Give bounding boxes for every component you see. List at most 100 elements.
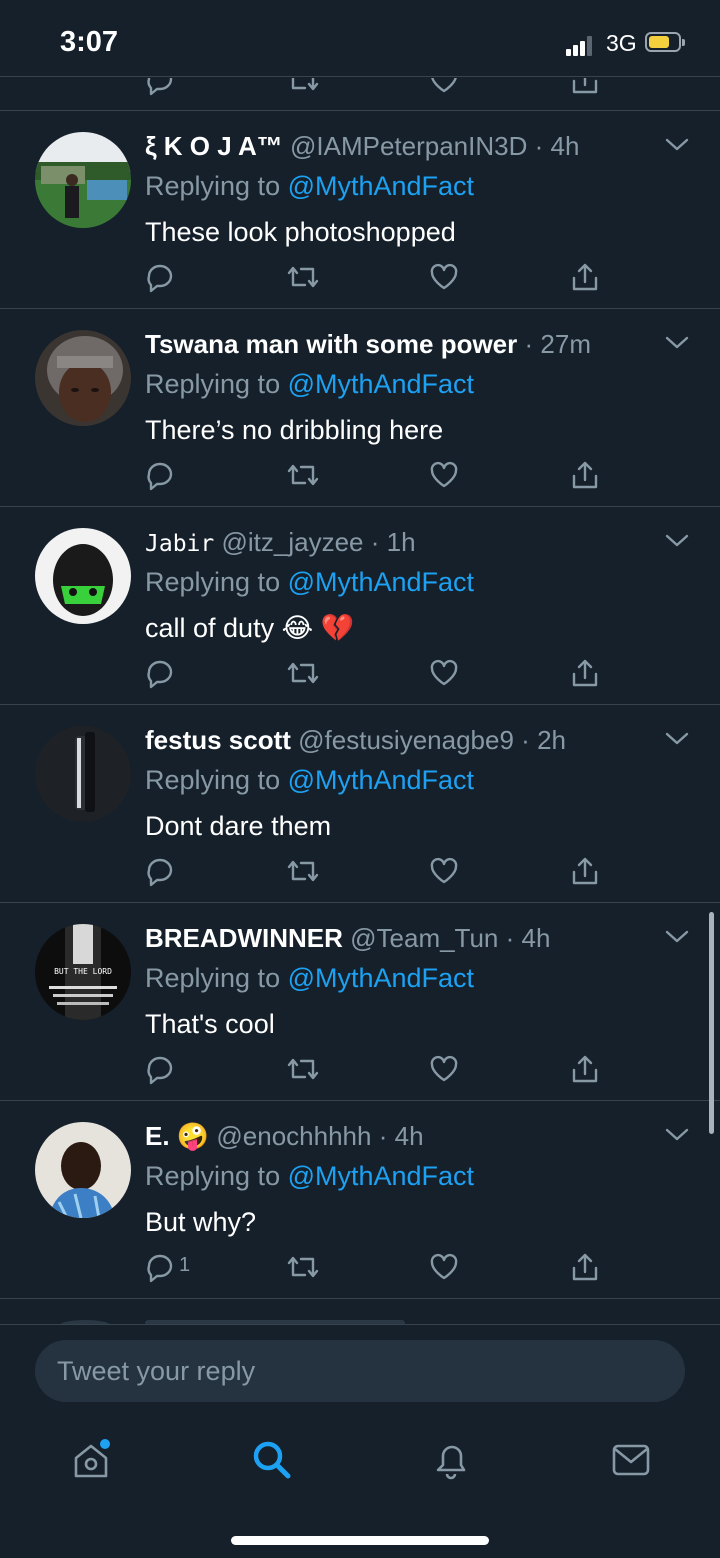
display-name[interactable]: Jabir — [145, 531, 214, 557]
tweet-header: Jabir @itz_jayzee · 1h — [145, 527, 416, 557]
retweet-icon[interactable] — [285, 1053, 321, 1085]
reply-icon[interactable] — [145, 261, 175, 293]
like-icon[interactable] — [428, 78, 460, 96]
tweet[interactable]: Tswana man with some power · 27m Replyin… — [0, 309, 720, 507]
previous-tweet-actions — [0, 78, 720, 111]
handle[interactable]: @Team_Tun — [350, 923, 498, 953]
home-icon[interactable] — [70, 1438, 114, 1482]
chevron-down-icon[interactable] — [664, 533, 690, 549]
mention-link[interactable]: @MythAndFact — [288, 963, 474, 993]
timestamp: 1h — [386, 527, 416, 557]
share-icon[interactable] — [570, 459, 600, 491]
tweet-text: That's cool — [145, 1009, 275, 1039]
tweet[interactable]: Jabir @itz_jayzee · 1h Replying to @Myth… — [0, 507, 720, 705]
like-icon[interactable] — [428, 1053, 460, 1085]
chevron-down-icon[interactable] — [664, 137, 690, 153]
tab-search[interactable] — [250, 1438, 294, 1487]
status-time: 3:07 — [60, 26, 119, 58]
home-indicator[interactable] — [231, 1536, 489, 1545]
status-bar: 3:07 3G — [0, 0, 720, 78]
battery-icon — [645, 32, 685, 52]
timestamp: 4h — [521, 923, 551, 953]
tab-notifications[interactable] — [430, 1438, 474, 1487]
retweet-icon[interactable] — [285, 1251, 321, 1283]
avatar-text: BUT THE LORD — [54, 967, 112, 976]
retweet-icon[interactable] — [285, 261, 321, 293]
chevron-down-icon[interactable] — [664, 335, 690, 351]
tweet[interactable]: BUT THE LORD BREADWINNER @Team_Tun · 4h … — [0, 903, 720, 1101]
handle[interactable]: @itz_jayzee — [221, 527, 363, 557]
tweet-text: There’s no dribbling here — [145, 415, 444, 445]
timestamp: 4h — [550, 131, 580, 161]
chevron-down-icon[interactable] — [664, 929, 690, 945]
mention-link[interactable]: @MythAndFact — [288, 171, 474, 201]
mention-link[interactable]: @MythAndFact — [288, 765, 474, 795]
mention-link[interactable]: @MythAndFact — [288, 369, 474, 399]
reply-icon[interactable] — [145, 1053, 175, 1085]
tab-messages[interactable] — [610, 1438, 654, 1487]
like-icon[interactable] — [428, 261, 460, 293]
share-icon[interactable] — [570, 855, 600, 887]
display-name[interactable]: E. 🤪 — [145, 1121, 209, 1151]
mail-icon[interactable] — [610, 1438, 654, 1482]
tweet-header: BREADWINNER @Team_Tun · 4h — [145, 923, 551, 953]
chevron-down-icon[interactable] — [664, 731, 690, 747]
tweet-header: ξ K O J A™ @IAMPeterpanIN3D · 4h — [145, 131, 580, 161]
next-tweet-peek — [0, 1302, 720, 1324]
share-icon[interactable] — [570, 1251, 600, 1283]
display-name[interactable]: festus scott — [145, 725, 291, 755]
handle[interactable]: @IAMPeterpanIN3D — [290, 131, 527, 161]
tab-home[interactable] — [70, 1438, 114, 1487]
share-icon[interactable] — [570, 78, 600, 96]
like-icon[interactable] — [428, 1251, 460, 1283]
display-name[interactable]: BREADWINNER — [145, 923, 343, 953]
mention-link[interactable]: @MythAndFact — [288, 1161, 474, 1191]
avatar[interactable] — [35, 528, 131, 624]
like-icon[interactable] — [428, 855, 460, 887]
tweet-text: Dont dare them — [145, 811, 332, 841]
display-name[interactable]: ξ K O J A™ — [145, 131, 283, 161]
mention-link[interactable]: @MythAndFact — [288, 567, 474, 597]
reply-icon[interactable] — [145, 855, 175, 887]
network-type: 3G — [606, 30, 637, 56]
tweet-text: But why? — [145, 1207, 257, 1237]
avatar[interactable] — [35, 132, 131, 228]
scrollbar[interactable] — [709, 912, 714, 1134]
replying-to: Replying to @MythAndFact — [145, 369, 475, 399]
avatar[interactable] — [35, 330, 131, 426]
retweet-icon[interactable] — [285, 459, 321, 491]
replying-to: Replying to @MythAndFact — [145, 567, 475, 597]
tweet[interactable]: festus scott @festusiyenagbe9 · 2h Reply… — [0, 705, 720, 903]
tweet[interactable]: E. 🤪 @enochhhhh · 4h Replying to @MythAn… — [0, 1101, 720, 1299]
retweet-icon[interactable] — [285, 78, 321, 96]
notification-dot — [100, 1439, 110, 1449]
like-icon[interactable] — [428, 459, 460, 491]
share-icon[interactable] — [570, 657, 600, 689]
replying-to: Replying to @MythAndFact — [145, 1161, 475, 1191]
tweet[interactable]: ξ K O J A™ @IAMPeterpanIN3D · 4h Replyin… — [0, 111, 720, 309]
display-name[interactable]: Tswana man with some power — [145, 329, 517, 359]
replying-to: Replying to @MythAndFact — [145, 963, 475, 993]
tweet-header: festus scott @festusiyenagbe9 · 2h — [145, 725, 566, 755]
share-icon[interactable] — [570, 261, 600, 293]
avatar[interactable] — [35, 1122, 131, 1218]
reply-icon[interactable] — [145, 657, 175, 689]
share-icon[interactable] — [570, 1053, 600, 1085]
avatar[interactable]: BUT THE LORD — [35, 924, 131, 1020]
reply-icon[interactable] — [145, 1251, 175, 1283]
reply-icon[interactable] — [145, 78, 175, 96]
bell-icon[interactable] — [430, 1438, 474, 1482]
search-icon[interactable] — [250, 1438, 294, 1482]
retweet-icon[interactable] — [285, 657, 321, 689]
avatar[interactable] — [35, 726, 131, 822]
reply-icon[interactable] — [145, 459, 175, 491]
chevron-down-icon[interactable] — [664, 1127, 690, 1143]
tweet-reply-input[interactable]: Tweet your reply — [35, 1340, 685, 1402]
timestamp: 2h — [537, 725, 566, 755]
handle[interactable]: @enochhhhh — [216, 1121, 371, 1151]
handle[interactable]: @festusiyenagbe9 — [298, 725, 514, 755]
replying-to: Replying to @MythAndFact — [145, 765, 475, 795]
like-icon[interactable] — [428, 657, 460, 689]
retweet-icon[interactable] — [285, 855, 321, 887]
tweet-text: These look photoshopped — [145, 217, 456, 247]
